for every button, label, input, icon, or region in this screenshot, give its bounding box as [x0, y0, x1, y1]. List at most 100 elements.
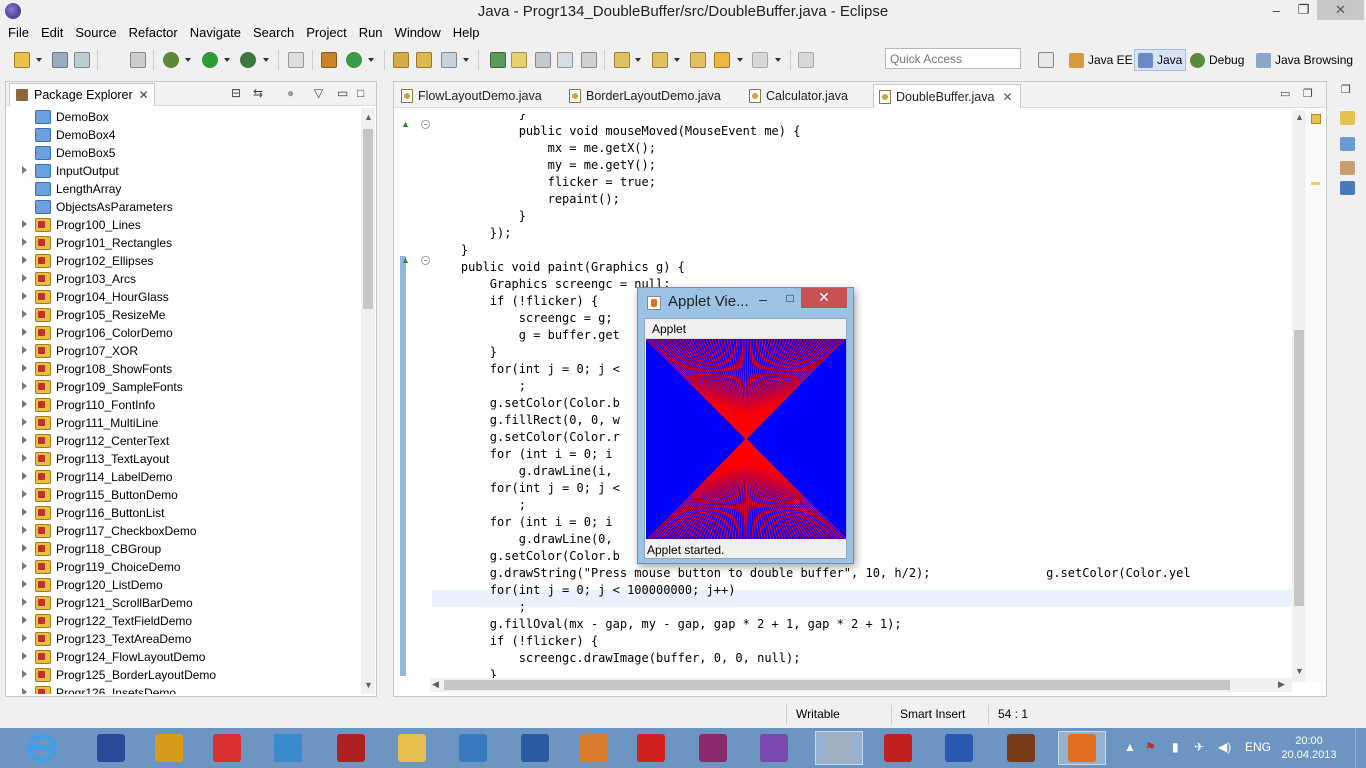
scroll-right-icon[interactable]: ▶ — [1278, 679, 1285, 690]
next-edit-icon[interactable] — [614, 52, 630, 68]
expand-arrow-icon[interactable] — [22, 400, 27, 408]
link-with-editor-icon[interactable]: ⇆ — [253, 86, 263, 100]
volume-icon[interactable]: ◀) — [1218, 740, 1231, 754]
mail-icon[interactable] — [264, 731, 312, 765]
expand-arrow-icon[interactable] — [22, 364, 27, 372]
menu-file[interactable]: File — [2, 23, 35, 42]
maximize-button[interactable]: ❐ — [1290, 0, 1317, 20]
expand-arrow-icon[interactable] — [22, 418, 27, 426]
expand-arrow-icon[interactable] — [22, 166, 27, 174]
fold-toggle-icon[interactable]: − — [421, 256, 430, 265]
overview-ruler[interactable] — [1307, 110, 1325, 682]
expand-arrow-icon[interactable] — [22, 616, 27, 624]
javadoc-icon[interactable] — [1340, 137, 1355, 151]
print-icon[interactable] — [130, 52, 146, 68]
tree-item[interactable]: Progr126_InsetsDemo — [6, 684, 359, 694]
tree-item[interactable]: DemoBox — [6, 108, 359, 126]
tree-item[interactable]: Progr116_ButtonList — [6, 504, 359, 522]
tree-item[interactable]: Progr109_SampleFonts — [6, 378, 359, 396]
translator-icon[interactable] — [511, 731, 559, 765]
menu-edit[interactable]: Edit — [35, 23, 69, 42]
tree-item[interactable]: Progr106_ColorDemo — [6, 324, 359, 342]
focus-icon[interactable]: ● — [287, 86, 294, 100]
yandex-icon[interactable] — [203, 731, 251, 765]
next-annotation-icon[interactable] — [490, 52, 506, 68]
task-list-icon[interactable] — [1340, 111, 1355, 125]
tree-item[interactable]: ObjectsAsParameters — [6, 198, 359, 216]
run-last-tool-icon[interactable] — [240, 52, 256, 68]
tab-calculator[interactable]: Calculator.java — [744, 84, 872, 108]
next-edit-dropdown-icon[interactable] — [635, 58, 641, 62]
monitor-icon[interactable] — [815, 731, 863, 765]
tree-item[interactable]: Progr105_ResizeMe — [6, 306, 359, 324]
network-icon[interactable] — [570, 731, 618, 765]
tree-item[interactable]: InputOutput — [6, 162, 359, 180]
scrollbar-thumb[interactable] — [363, 129, 373, 309]
forward-dropdown-icon[interactable] — [775, 58, 781, 62]
tree-item[interactable]: Progr118_CBGroup — [6, 540, 359, 558]
debug-dropdown-icon[interactable] — [185, 58, 191, 62]
pin-editor-icon[interactable] — [798, 52, 814, 68]
tree-item[interactable]: Progr111_MultiLine — [6, 414, 359, 432]
menu-project[interactable]: Project — [300, 23, 352, 42]
tree-item[interactable]: Progr124_FlowLayoutDemo — [6, 648, 359, 666]
previous-edit-icon[interactable] — [652, 52, 668, 68]
1c-icon[interactable] — [627, 731, 675, 765]
mark-occurrences-icon[interactable] — [511, 52, 527, 68]
tree-item[interactable]: Progr112_CenterText — [6, 432, 359, 450]
tree-item[interactable]: Progr103_Arcs — [6, 270, 359, 288]
new-java-package-icon[interactable] — [321, 52, 337, 68]
close-button[interactable]: ✕ — [1317, 0, 1364, 20]
tree-item[interactable]: Progr110_FontInfo — [6, 396, 359, 414]
tree-item[interactable]: Progr122_TextFieldDemo — [6, 612, 359, 630]
minimize-editor-icon[interactable]: ▭ — [1280, 87, 1290, 100]
expand-arrow-icon[interactable] — [22, 382, 27, 390]
perspective-java[interactable]: Java — [1134, 49, 1187, 71]
restore-icon[interactable]: ❐ — [1341, 83, 1351, 96]
declaration-icon[interactable] — [1340, 161, 1355, 175]
expand-arrow-icon[interactable] — [22, 670, 27, 678]
perspective-debug[interactable]: Debug — [1187, 49, 1247, 71]
clock[interactable]: 20:00 20.04.2013 — [1280, 734, 1338, 762]
tree-item[interactable]: Progr123_TextAreaDemo — [6, 630, 359, 648]
tab-flowlayoutdemo[interactable]: FlowLayoutDemo.java — [396, 84, 558, 108]
tree-item[interactable]: Progr113_TextLayout — [6, 450, 359, 468]
previous-edit-dropdown-icon[interactable] — [674, 58, 680, 62]
show-whitespace-icon[interactable] — [581, 52, 597, 68]
run-icon[interactable] — [202, 52, 218, 68]
package-explorer-scrollbar[interactable]: ▲ ▼ — [361, 108, 375, 694]
debug-icon[interactable] — [163, 52, 179, 68]
expand-arrow-icon[interactable] — [22, 256, 27, 264]
expand-arrow-icon[interactable] — [22, 490, 27, 498]
control-panel-icon[interactable] — [449, 731, 497, 765]
editor-vertical-scrollbar[interactable]: ▲ ▼ — [1292, 110, 1306, 682]
applet-close-button[interactable]: ✕ — [801, 288, 847, 308]
save-icon[interactable] — [52, 52, 68, 68]
java-ee-ide-icon[interactable] — [997, 731, 1045, 765]
menu-window[interactable]: Window — [389, 23, 447, 42]
block-selection-icon[interactable] — [535, 52, 551, 68]
tree-item[interactable]: Progr114_LabelDemo — [6, 468, 359, 486]
word-wrap-icon[interactable] — [557, 52, 573, 68]
tree-item[interactable]: Progr120_ListDemo — [6, 576, 359, 594]
tree-item[interactable]: DemoBox5 — [6, 144, 359, 162]
java-icon[interactable] — [1058, 731, 1106, 765]
word-icon[interactable] — [935, 731, 983, 765]
language-indicator[interactable]: ENG — [1245, 740, 1271, 754]
maximize-view-icon[interactable]: □ — [357, 86, 364, 100]
close-tab-icon[interactable]: ✕ — [1002, 90, 1012, 104]
menu-refactor[interactable]: Refactor — [123, 23, 184, 42]
last-edit-icon[interactable] — [690, 52, 706, 68]
minimize-view-icon[interactable]: ▭ — [337, 86, 348, 100]
tree-item[interactable]: DemoBox4 — [6, 126, 359, 144]
package-explorer-tab[interactable]: Package Explorer ✕ — [9, 83, 155, 106]
minimize-button[interactable]: – — [1263, 0, 1290, 20]
forward-icon[interactable] — [752, 52, 768, 68]
applet-menu[interactable]: Applet — [645, 319, 846, 339]
back-dropdown-icon[interactable] — [737, 58, 743, 62]
expand-arrow-icon[interactable] — [22, 634, 27, 642]
perspective-java-browsing[interactable]: Java Browsing — [1253, 49, 1356, 71]
flag-icon[interactable]: ⚑ — [1145, 740, 1156, 754]
pen-tool-icon[interactable] — [750, 731, 798, 765]
expand-arrow-icon[interactable] — [22, 220, 27, 228]
